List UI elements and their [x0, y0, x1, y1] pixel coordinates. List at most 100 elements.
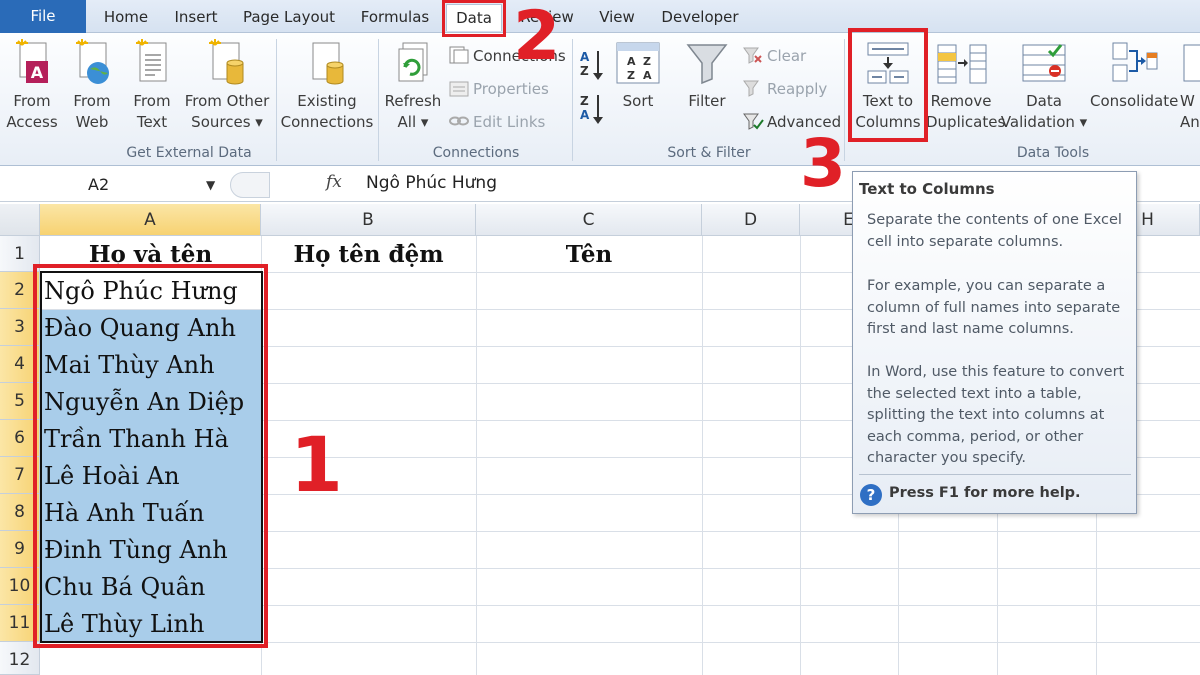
remove-duplicates-label-1: Remove — [930, 92, 992, 110]
reapply-button[interactable]: Reapply — [742, 77, 827, 101]
tab-page-layout[interactable]: Page Layout — [236, 4, 342, 31]
name-box[interactable]: A2 ▼ — [0, 171, 228, 199]
refresh-all-button[interactable]: Refresh All ▾ — [382, 39, 444, 133]
from-access-button[interactable]: A From Access — [4, 39, 60, 133]
from-access-label-1: From — [13, 92, 51, 110]
group-separator — [572, 39, 573, 161]
refresh-icon — [398, 42, 428, 82]
cell-b1[interactable]: Họ tên đệm — [261, 237, 476, 272]
group-separator — [378, 39, 379, 161]
chevron-down-icon[interactable]: ▼ — [206, 171, 215, 199]
tooltip-help-text: Press F1 for more help. — [889, 485, 1081, 501]
svg-text:Z: Z — [580, 64, 589, 78]
text-file-icon — [136, 39, 167, 82]
what-if-icon — [1183, 44, 1200, 82]
reapply-icon — [743, 80, 759, 97]
data-validation-label-1: Data — [1026, 92, 1062, 110]
consolidate-label: Consolidate — [1090, 92, 1179, 110]
remove-duplicates-button[interactable]: Remove Duplicates — [926, 39, 1006, 133]
highlight-box-data-tab — [442, 0, 506, 37]
sort-label: Sort — [622, 92, 654, 110]
from-text-button[interactable]: From Text — [124, 39, 180, 133]
group-label-get-external-data: Get External Data — [126, 145, 252, 161]
tab-formulas[interactable]: Formulas — [352, 4, 438, 31]
advanced-filter-icon — [743, 113, 764, 130]
connections-icon — [449, 46, 469, 64]
tooltip-title: Text to Columns — [859, 180, 995, 198]
tab-developer[interactable]: Developer — [652, 4, 748, 31]
svg-text:?: ? — [867, 486, 876, 504]
step-number-1: 1 — [290, 420, 343, 509]
sort-descending-button[interactable]: Z A — [578, 91, 606, 137]
sort-ascending-button[interactable]: A Z — [578, 47, 606, 93]
existing-label-1: Existing — [297, 92, 357, 110]
formula-input[interactable]: Ngô Phúc Hưng — [366, 173, 497, 193]
grid-line — [702, 236, 703, 675]
edit-links-button[interactable]: Edit Links — [448, 110, 545, 134]
svg-text:A: A — [31, 63, 44, 82]
refresh-label-2: All ▾ — [397, 113, 429, 131]
help-icon: ? — [860, 484, 882, 506]
svg-text:Z: Z — [643, 55, 651, 68]
ribbon: A From Access From Web From Text From Ot… — [0, 33, 1200, 166]
from-other-sources-button[interactable]: From Other Sources ▾ — [182, 39, 272, 133]
tab-insert[interactable]: Insert — [166, 4, 226, 31]
insert-function-icon[interactable]: fx — [326, 172, 342, 192]
sort-az-icon: A Z — [580, 50, 603, 80]
formula-bar-divider[interactable] — [230, 172, 270, 198]
svg-text:A: A — [643, 69, 652, 82]
group-separator — [276, 39, 277, 161]
data-validation-label-2: Validation ▾ — [1000, 113, 1088, 131]
from-access-label-2: Access — [6, 113, 58, 131]
grid-line — [800, 236, 801, 675]
database-icon — [209, 39, 244, 85]
sort-button[interactable]: A Z Z A Sort — [612, 39, 664, 112]
cell-c1[interactable]: Tên — [476, 237, 702, 272]
filter-label: Filter — [688, 92, 726, 110]
edit-links-label: Edit Links — [473, 113, 546, 131]
column-header-c[interactable]: C — [476, 204, 702, 236]
column-header-d[interactable]: D — [702, 204, 800, 236]
properties-button[interactable]: Properties — [448, 77, 549, 101]
what-if-analysis-button[interactable]: W An — [1180, 39, 1200, 133]
globe-icon — [76, 39, 109, 84]
link-icon — [449, 116, 469, 126]
clear-filter-icon — [743, 47, 762, 64]
from-web-label-2: Web — [75, 113, 109, 131]
refresh-label-1: Refresh — [384, 92, 442, 110]
properties-label: Properties — [473, 80, 549, 98]
step-number-3: 3 — [800, 125, 846, 202]
text-to-columns-tooltip: Text to Columns Separate the contents of… — [852, 171, 1137, 514]
tab-view[interactable]: View — [592, 4, 642, 31]
what-if-label-2: An — [1180, 113, 1200, 131]
remove-duplicates-label-2: Duplicates — [926, 113, 1006, 131]
filter-funnel-icon — [686, 44, 728, 85]
from-text-label-1: From — [133, 92, 171, 110]
column-header-a[interactable]: A — [40, 204, 261, 236]
select-all-corner[interactable] — [0, 204, 40, 236]
from-web-button[interactable]: From Web — [64, 39, 120, 133]
tooltip-description: Separate the contents of one Excel cell … — [867, 212, 1122, 250]
tooltip-divider — [859, 474, 1131, 475]
svg-text:A: A — [580, 50, 590, 64]
consolidate-button[interactable]: Consolidate — [1090, 39, 1178, 112]
excel-window: File Home Insert Page Layout Formulas Da… — [0, 0, 1200, 675]
tab-file[interactable]: File — [0, 0, 86, 33]
sort-icon: A Z Z A — [616, 42, 660, 84]
from-text-label-2: Text — [136, 113, 168, 131]
step-number-2: 2 — [513, 0, 561, 76]
from-other-label-2: Sources ▾ — [191, 113, 263, 131]
clear-button[interactable]: Clear — [742, 44, 806, 68]
column-header-b[interactable]: B — [261, 204, 476, 236]
access-icon: A — [16, 39, 48, 83]
group-label-data-tools: Data Tools — [1016, 145, 1090, 161]
tab-home[interactable]: Home — [96, 4, 156, 31]
clear-label: Clear — [767, 47, 807, 65]
highlight-box-column-a — [33, 264, 268, 648]
svg-text:Z: Z — [580, 94, 589, 108]
filter-button[interactable]: Filter — [680, 39, 734, 112]
existing-connections-button[interactable]: Existing Connections — [280, 39, 374, 133]
data-validation-icon — [1022, 44, 1066, 82]
data-validation-button[interactable]: Data Validation ▾ — [1000, 39, 1088, 133]
consolidate-icon — [1112, 42, 1158, 82]
